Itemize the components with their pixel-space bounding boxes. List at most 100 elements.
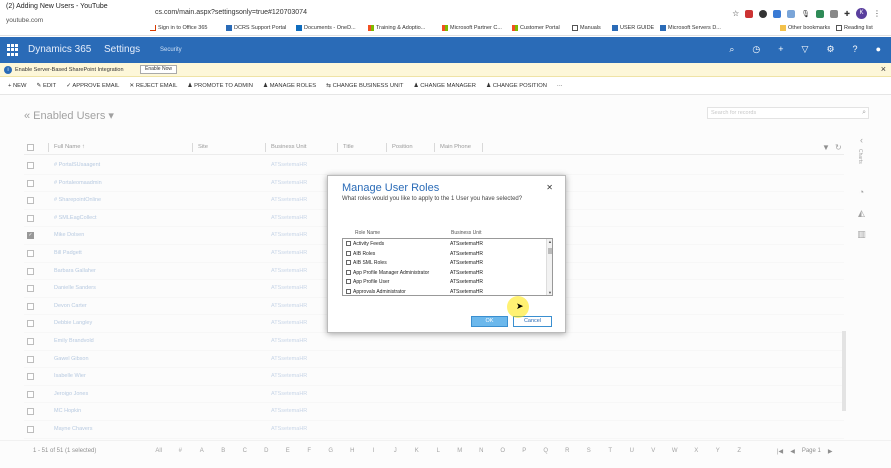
position-icon: ♟: [485, 82, 493, 89]
bookmark-item[interactable]: Manuals: [572, 25, 601, 31]
extension-icon[interactable]: [759, 9, 768, 18]
role-checkbox[interactable]: [346, 241, 351, 246]
edit-button[interactable]: ✎ EDIT: [37, 83, 57, 89]
approve-email-button[interactable]: ✓ APPROVE EMAIL: [66, 83, 119, 89]
bookmark-item[interactable]: Microsoft Servers D...: [660, 25, 721, 31]
scroll-thumb[interactable]: [548, 248, 552, 254]
role-name-header: Role Name: [355, 230, 381, 236]
role-name: App Profile Manager Administrator: [353, 269, 430, 276]
manage-roles-button[interactable]: ♟ MANAGE ROLES: [263, 83, 316, 89]
role-checkbox[interactable]: [346, 260, 351, 265]
scroll-down-icon[interactable]: ▼: [548, 290, 552, 295]
gear-icon[interactable]: ⚙: [826, 44, 834, 55]
mouse-cursor-icon: ➤: [516, 301, 524, 311]
dynamics-icon: [612, 25, 618, 31]
dynamics-icon: [660, 25, 666, 31]
app-launcher-icon[interactable]: [7, 44, 19, 56]
role-name: App Profile User: [353, 279, 390, 285]
video-title-overlay: (2) Adding New Users - YouTube youtube.c…: [0, 0, 155, 30]
role-business-unit: ATSsetemaHR: [450, 241, 483, 247]
role-checkbox[interactable]: [346, 279, 351, 284]
folder-icon: [780, 25, 786, 31]
role-checkbox[interactable]: [346, 288, 351, 294]
promote-to-admin-button[interactable]: ♟ PROMOTE TO ADMIN: [187, 83, 253, 89]
close-icon[interactable]: ✕: [546, 183, 553, 192]
bookmark-item[interactable]: USER GUIDE: [612, 25, 654, 31]
notification-message: Enable Server-Based SharePoint Integrati…: [15, 67, 124, 73]
nav-area[interactable]: Settings: [104, 44, 140, 55]
profile-avatar[interactable]: K: [856, 8, 867, 19]
roles-icon: ♟: [262, 82, 270, 89]
extensions-puzzle-icon[interactable]: ✚: [844, 10, 850, 18]
bookmark-item[interactable]: DCRS Support Portal: [226, 25, 286, 31]
role-name: AIB Roles: [353, 250, 376, 257]
browser-menu-icon[interactable]: ⋮: [873, 9, 881, 18]
change-manager-button[interactable]: ♟ CHANGE MANAGER: [413, 83, 476, 89]
user-icon[interactable]: ●: [876, 44, 881, 55]
new-button[interactable]: + NEW: [8, 83, 27, 89]
change-business-unit-button[interactable]: ⇆ CHANGE BUSINESS UNIT: [326, 83, 403, 89]
bookmark-item[interactable]: Other bookmarks: [780, 25, 830, 31]
nav-actions: ⌕ ◷ + ▽ ⚙ ? ●: [729, 44, 881, 55]
address-bar[interactable]: cs.com/main.aspx?settingsonly=true#12070…: [155, 9, 307, 16]
bookmark-item[interactable]: Customer Portal: [512, 25, 560, 31]
browser-extension-icons: ☆ 🎙 ✚ K ⋮: [732, 8, 881, 19]
microsoft-icon: [368, 25, 374, 31]
video-source: youtube.com: [6, 17, 44, 24]
page-icon: [572, 25, 578, 31]
microphone-icon[interactable]: 🎙: [801, 10, 810, 18]
extension-icon[interactable]: [787, 9, 796, 18]
close-icon[interactable]: ×: [881, 64, 886, 74]
add-icon[interactable]: +: [778, 44, 783, 55]
enable-now-button[interactable]: Enable Now: [140, 65, 177, 74]
extension-icon[interactable]: [816, 9, 825, 18]
reading-list-icon: [836, 25, 842, 31]
bookmark-item[interactable]: Sign in to Office 365: [150, 25, 207, 31]
nav-bar: Dynamics 365 Settings Security ⌕ ◷ + ▽ ⚙…: [0, 37, 891, 63]
help-icon[interactable]: ?: [853, 44, 858, 55]
list-item[interactable]: Activity Feeds ATSsetemaHR: [343, 239, 552, 249]
role-business-unit: ATSsetemaHR: [450, 269, 483, 276]
onedrive-icon: [296, 25, 302, 31]
video-title: (2) Adding New Users - YouTube: [6, 3, 108, 10]
extension-icon[interactable]: [773, 9, 782, 18]
more-commands-button[interactable]: ···: [557, 83, 563, 89]
role-checkbox[interactable]: [346, 269, 351, 275]
ok-button[interactable]: OK: [471, 316, 508, 327]
list-item[interactable]: Approvals Administrator ATSsetemaHR: [343, 287, 552, 296]
bookmark-item[interactable]: Microsoft Partner C...: [442, 25, 502, 31]
role-name: Activity Feeds: [353, 241, 385, 247]
filter-icon[interactable]: ▽: [802, 44, 809, 55]
microsoft-icon: [512, 25, 518, 31]
list-item[interactable]: AIB SML Roles ATSsetemaHR: [343, 258, 552, 268]
role-name: Approvals Administrator: [353, 288, 406, 295]
notification-bar: i Enable Server-Based SharePoint Integra…: [0, 63, 891, 77]
app-name[interactable]: Dynamics 365: [28, 44, 91, 55]
search-icon[interactable]: ⌕: [729, 44, 734, 55]
role-business-unit: ATSsetemaHR: [450, 288, 483, 295]
bookmark-item[interactable]: Reading list: [836, 25, 873, 31]
extension-icon[interactable]: [745, 9, 754, 18]
reject-email-button[interactable]: ✕ REJECT EMAIL: [129, 83, 177, 89]
role-business-unit: ATSsetemaHR: [450, 250, 483, 257]
bookmark-item[interactable]: Documents - OneD...: [296, 25, 356, 31]
nav-subarea[interactable]: Security: [160, 47, 182, 53]
history-icon[interactable]: ◷: [752, 44, 760, 55]
star-icon[interactable]: ☆: [732, 9, 739, 18]
manage-user-roles-dialog: Manage User Roles ✕ What roles would you…: [327, 175, 566, 333]
list-item[interactable]: App Profile User ATSsetemaHR: [343, 277, 552, 287]
extension-icon[interactable]: [830, 9, 839, 18]
list-item[interactable]: App Profile Manager Administrator ATSsete…: [343, 268, 552, 278]
business-unit-header: Business Unit: [451, 230, 482, 236]
scroll-up-icon[interactable]: ▲: [548, 239, 552, 244]
dynamics-icon: [226, 25, 232, 31]
info-icon: i: [4, 66, 12, 74]
role-checkbox[interactable]: [346, 250, 351, 256]
list-item[interactable]: AIB Roles ATSsetemaHR: [343, 249, 552, 259]
role-business-unit: ATSsetemaHR: [450, 260, 483, 266]
dialog-subtitle: What roles would you like to apply to th…: [342, 196, 523, 202]
bookmark-item[interactable]: Training & Adoptio...: [368, 25, 425, 31]
role-list-scrollbar[interactable]: ▲ ▼: [546, 239, 552, 295]
role-business-unit: ATSsetemaHR: [450, 279, 483, 285]
change-position-button[interactable]: ♟ CHANGE POSITION: [486, 83, 547, 89]
